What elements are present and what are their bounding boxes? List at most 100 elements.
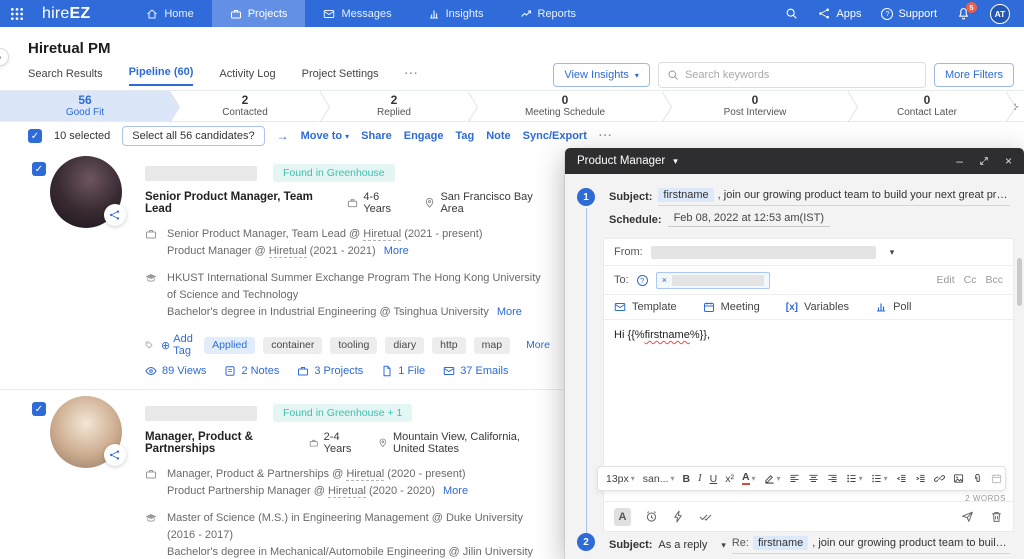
cc-link[interactable]: Cc [964, 274, 977, 286]
more-actions-button[interactable]: ··· [599, 130, 613, 142]
nav-item-reports[interactable]: Reports [502, 0, 595, 27]
underline-button[interactable]: U [710, 473, 718, 485]
hireez-logo[interactable]: hireEZ [42, 5, 90, 23]
ordered-list-button[interactable]: ▾ [846, 473, 863, 484]
text-color-button[interactable]: A▾ [742, 472, 756, 485]
more-filters-button[interactable]: More Filters [934, 63, 1014, 87]
emails-link[interactable]: 37 Emails [443, 365, 508, 377]
firstname-variable-chip[interactable]: firstname [658, 188, 713, 202]
plain-text-toggle[interactable]: A [614, 508, 631, 526]
work-more-link[interactable]: More [384, 245, 409, 257]
attach-file-button[interactable] [972, 473, 983, 484]
italic-button[interactable]: I [698, 473, 702, 484]
tag-button[interactable]: Tag [455, 130, 474, 142]
tag-chip[interactable]: Applied [204, 337, 255, 354]
from-address-redacted[interactable] [651, 246, 876, 259]
candidate-name-redacted[interactable] [145, 406, 257, 421]
recipient-chip[interactable]: × [656, 272, 770, 289]
select-all-candidates-button[interactable]: Select all 56 candidates? [122, 126, 264, 146]
expand-icon[interactable] [979, 156, 989, 166]
candidate-name-redacted[interactable] [145, 166, 257, 181]
align-left-button[interactable] [789, 473, 800, 484]
nav-item-home[interactable]: Home [128, 0, 211, 27]
share-button[interactable]: Share [361, 130, 392, 142]
schedule-value[interactable]: Feb 08, 2022 at 12:53 am(IST) [668, 212, 830, 227]
stage-replied[interactable]: 2Replied [320, 91, 468, 121]
tab-activity-log[interactable]: Activity Log [219, 68, 275, 86]
app-grid-icon[interactable] [0, 7, 34, 21]
bullet-list-button[interactable]: ▾ [871, 473, 888, 484]
note-button[interactable]: Note [486, 130, 510, 142]
highlight-button[interactable]: ▾ [764, 473, 781, 484]
chevron-down-icon[interactable]: ▾ [673, 156, 678, 167]
bold-button[interactable]: B [683, 473, 691, 485]
send-icon[interactable] [961, 510, 974, 523]
firstname-variable-chip[interactable]: firstname [753, 536, 808, 550]
tag-chip[interactable]: diary [385, 337, 424, 354]
apps-menu[interactable]: Apps [818, 7, 861, 20]
variables-tab[interactable]: [x]Variables [786, 301, 849, 313]
help-icon[interactable]: ? [637, 275, 648, 286]
files-link[interactable]: 1 File [381, 365, 425, 377]
sidebar-collapse-button[interactable]: › [0, 48, 9, 66]
company-link[interactable]: Hiretual [269, 245, 307, 258]
edit-recipients-link[interactable]: Edit [937, 274, 955, 286]
remove-recipient-icon[interactable]: × [662, 275, 667, 285]
share-network-icon[interactable] [104, 444, 126, 466]
nav-item-projects[interactable]: Projects [212, 0, 306, 27]
modal-scrollbar[interactable] [1017, 258, 1022, 306]
tab-project-settings[interactable]: Project Settings [302, 68, 379, 86]
send-later-alarm-icon[interactable] [645, 510, 658, 523]
chevron-down-icon[interactable]: ▾ [890, 247, 895, 258]
font-size-dropdown[interactable]: 13px▾ [606, 473, 635, 485]
tag-chip[interactable]: tooling [330, 337, 377, 354]
reply-subject-input[interactable]: Re: firstname , join our growing product… [732, 536, 1010, 554]
insert-image-button[interactable] [953, 473, 964, 484]
font-family-dropdown[interactable]: san...▾ [643, 473, 675, 485]
modal-header[interactable]: Product Manager ▾ – × [565, 148, 1024, 174]
support-menu[interactable]: ?Support [881, 8, 937, 20]
stage-meeting-schedule[interactable]: 0Meeting Schedule [468, 91, 662, 121]
nav-item-insights[interactable]: Insights [410, 0, 502, 27]
search-input[interactable] [685, 69, 917, 81]
company-link[interactable]: Hiretual [363, 228, 401, 241]
work-more-link[interactable]: More [443, 485, 468, 497]
insert-link-button[interactable] [934, 473, 945, 484]
subject-input[interactable]: firstname , join our growing product tea… [658, 188, 1010, 206]
delete-draft-icon[interactable] [990, 510, 1003, 523]
tab-search-results[interactable]: Search Results [28, 68, 103, 86]
poll-tab[interactable]: Poll [875, 301, 911, 313]
tag-chip[interactable]: map [474, 337, 510, 354]
engage-button[interactable]: Engage [404, 130, 444, 142]
stage-contact-later[interactable]: 0Contact Later [848, 91, 1006, 121]
add-tag-button[interactable]: ⊕Add Tag [161, 333, 196, 357]
select-all-checkbox[interactable]: ✓ [28, 129, 42, 143]
indent-button[interactable] [915, 473, 926, 484]
company-link[interactable]: Hiretual [328, 485, 366, 498]
meeting-tab[interactable]: Meeting [703, 301, 760, 313]
share-network-icon[interactable] [104, 204, 126, 226]
move-to-button[interactable]: Move to▾ [301, 130, 350, 142]
superscript-button[interactable]: x² [725, 473, 734, 485]
align-right-button[interactable] [827, 473, 838, 484]
tab-pipeline[interactable]: Pipeline (60) [129, 66, 194, 86]
quick-action-bolt-icon[interactable] [672, 510, 685, 523]
stage-good-fit[interactable]: 56Good Fit [0, 91, 170, 121]
candidate-checkbox[interactable]: ✓ [32, 162, 46, 176]
stage-contacted[interactable]: 2Contacted [170, 91, 320, 121]
bcc-link[interactable]: Bcc [985, 274, 1003, 286]
tag-chip[interactable]: http [432, 337, 466, 354]
template-tab[interactable]: Template [614, 301, 677, 313]
close-icon[interactable]: × [1005, 154, 1012, 168]
view-insights-button[interactable]: View Insights▾ [553, 63, 650, 87]
align-center-button[interactable] [808, 473, 819, 484]
minimize-button[interactable]: – [956, 154, 963, 168]
notes-link[interactable]: 2 Notes [224, 365, 279, 377]
candidate-photo[interactable] [50, 156, 122, 228]
nav-item-messages[interactable]: Messages [305, 0, 409, 27]
search-icon[interactable] [785, 7, 798, 20]
candidate-photo[interactable] [50, 396, 122, 468]
insert-calendar-button[interactable] [991, 473, 1002, 484]
tags-more-link[interactable]: More [526, 339, 550, 351]
projects-link[interactable]: 3 Projects [297, 365, 363, 377]
